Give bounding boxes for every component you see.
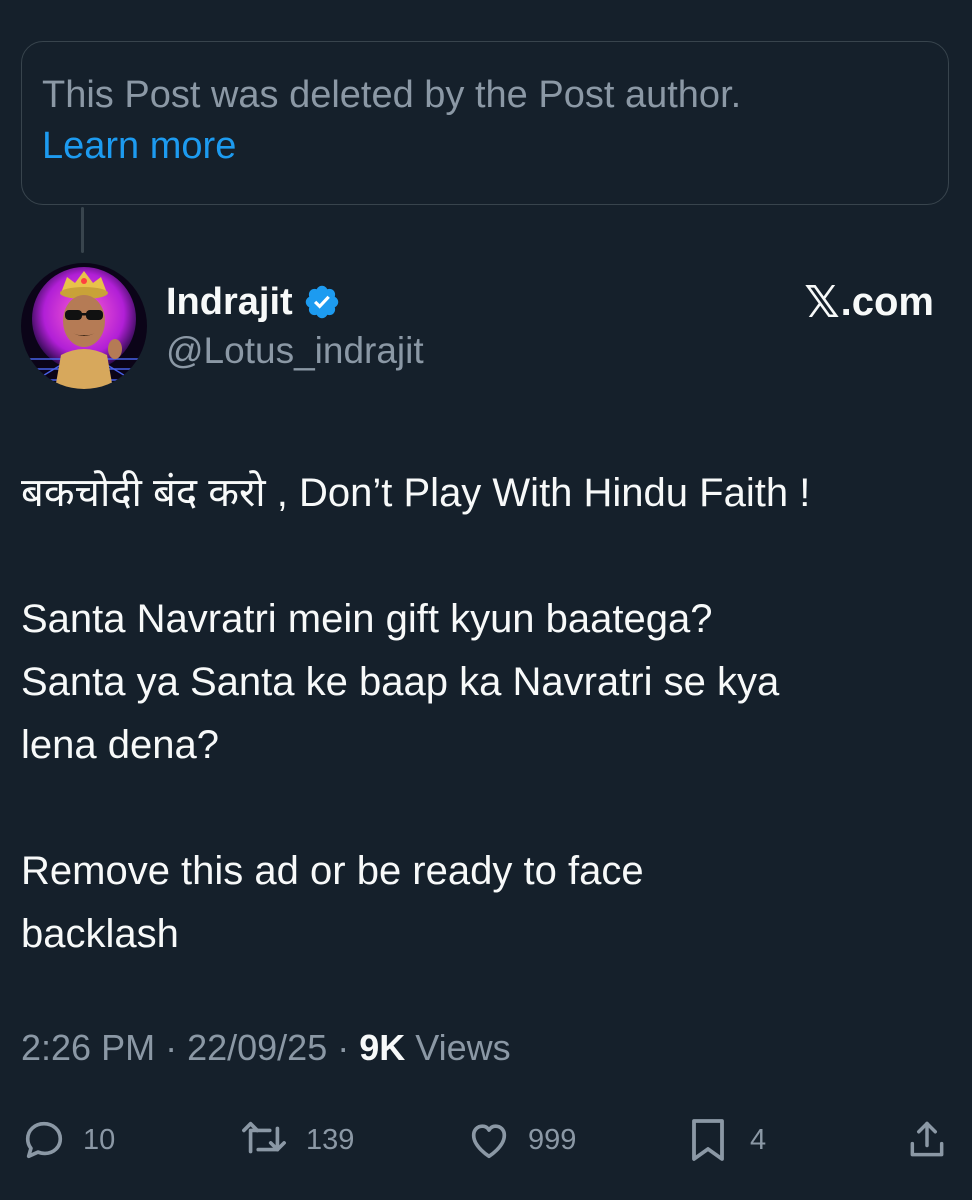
- action-bar: 10 139 999 4: [0, 1112, 972, 1168]
- deleted-notice-text: This Post was deleted by the Post author…: [42, 74, 742, 116]
- repost-count: 139: [306, 1123, 355, 1156]
- deleted-post-notice: This Post was deleted by the Post author…: [21, 41, 949, 205]
- bookmark-icon: [688, 1115, 728, 1165]
- share-icon: [905, 1117, 949, 1163]
- post-text: बकचोदी बंद करो , Don’t Play With Hindu F…: [21, 462, 956, 966]
- heart-icon: [466, 1117, 512, 1163]
- bookmark-count: 4: [750, 1123, 767, 1156]
- reply-count: 10: [83, 1123, 116, 1156]
- learn-more-link[interactable]: Learn more: [42, 121, 928, 172]
- views-label: Views: [405, 1027, 511, 1068]
- post-line-2: Santa Navratri mein gift kyun baatega?: [21, 597, 713, 641]
- brand-domain: .com: [840, 280, 934, 324]
- meta-separator: ·: [155, 1027, 188, 1068]
- author-handle[interactable]: @Lotus_indrajit: [166, 330, 424, 372]
- repost-icon: [238, 1117, 290, 1163]
- verified-badge-icon: [303, 283, 341, 321]
- thread-connector-line: [81, 207, 84, 253]
- reply-icon: [21, 1117, 67, 1163]
- post-line-3: Santa ya Santa ke baap ka Navratri se ky…: [21, 660, 780, 704]
- post-line-4: lena dena?: [21, 723, 219, 767]
- views-count: 9K: [359, 1027, 406, 1068]
- meta-separator: ·: [327, 1027, 360, 1068]
- post-time[interactable]: 2:26 PM: [21, 1027, 155, 1068]
- like-button[interactable]: 999: [466, 1112, 576, 1168]
- post-line-1: बकचोदी बंद करो , Don’t Play With Hindu F…: [21, 471, 811, 515]
- repost-button[interactable]: 139: [238, 1112, 354, 1168]
- post-date[interactable]: 22/09/25: [187, 1027, 327, 1068]
- like-count: 999: [528, 1123, 577, 1156]
- x-com-watermark: 𝕏 .com: [804, 277, 934, 328]
- post-meta: 2:26 PM · 22/09/25 · 9K Views: [21, 1027, 511, 1069]
- author-name[interactable]: Indrajit: [166, 281, 293, 324]
- avatar[interactable]: [21, 263, 147, 389]
- post-line-6: backlash: [21, 912, 179, 956]
- bookmark-button[interactable]: 4: [688, 1112, 766, 1168]
- share-button[interactable]: [905, 1112, 949, 1168]
- author-name-row: Indrajit: [166, 278, 341, 326]
- x-logo-icon: 𝕏: [804, 277, 840, 328]
- post-line-5: Remove this ad or be ready to face: [21, 849, 644, 893]
- reply-button[interactable]: 10: [21, 1112, 115, 1168]
- avatar-image: [21, 263, 147, 389]
